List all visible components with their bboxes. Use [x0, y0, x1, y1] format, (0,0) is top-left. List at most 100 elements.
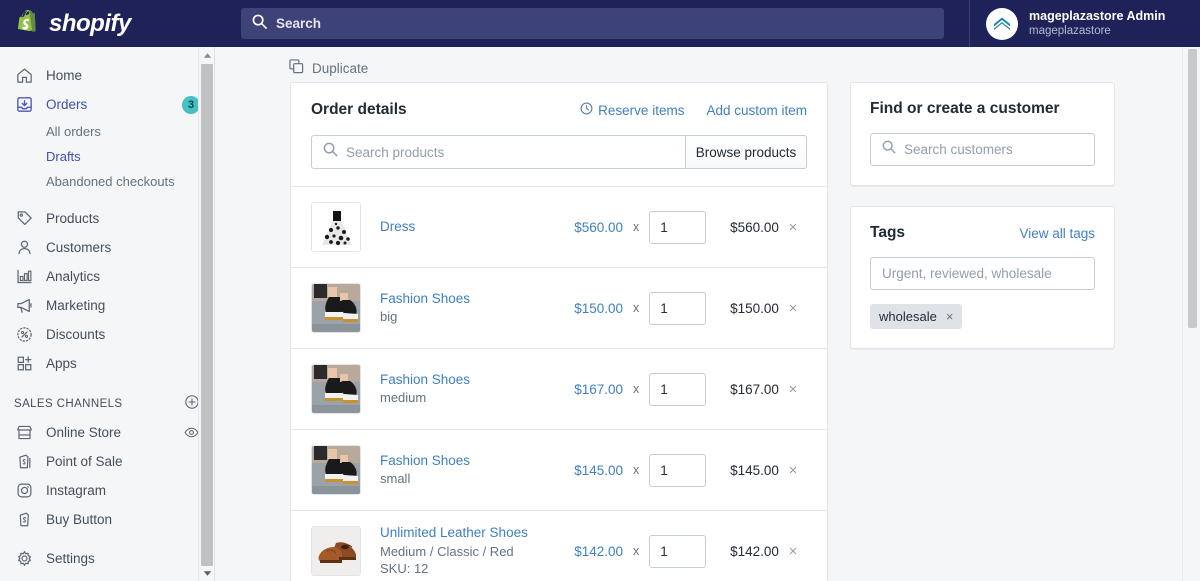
sidebar-item-customers[interactable]: Customers	[0, 233, 214, 262]
order-details-card: Order details Reserve items Add custom i…	[290, 82, 828, 581]
add-custom-item-link[interactable]: Add custom item	[706, 103, 807, 118]
bar-chart-icon	[14, 267, 34, 287]
sales-channels-header: SALES CHANNELS	[0, 390, 214, 418]
person-icon	[14, 238, 34, 258]
remove-tag-icon[interactable]: ×	[946, 309, 954, 324]
sneaker-thumbnail	[311, 283, 361, 333]
multiply-symbol: x	[632, 544, 640, 558]
account-menu[interactable]: mageplazastore Admin mageplazastore	[969, 0, 1200, 47]
product-link[interactable]: Unlimited Leather Shoes	[380, 524, 556, 542]
customer-card-title: Find or create a customer	[870, 100, 1060, 117]
remove-line-item-icon[interactable]: ×	[779, 219, 807, 236]
duplicate-button[interactable]: Duplicate	[216, 47, 1182, 82]
sidebar-item-analytics[interactable]: Analytics	[0, 262, 214, 291]
multiply-symbol: x	[632, 301, 640, 315]
sidebar-item-label: Point of Sale	[46, 454, 123, 469]
browse-products-button[interactable]: Browse products	[685, 135, 807, 169]
top-bar: shopify Search mageplazastore Admin mage…	[0, 0, 1200, 47]
quantity-input[interactable]: 1	[649, 291, 707, 325]
unit-price: $167.00	[574, 381, 624, 397]
sidebar-item-products[interactable]: Products	[0, 204, 214, 233]
unit-price: $150.00	[574, 300, 624, 316]
sidebar-item-marketing[interactable]: Marketing	[0, 291, 214, 320]
sidebar-item-orders[interactable]: Orders 3	[0, 90, 214, 119]
clock-icon	[580, 102, 593, 118]
sidebar-item-online-store[interactable]: Online Store	[0, 418, 214, 447]
sidebar-subitem-label: All orders	[46, 124, 101, 139]
home-icon	[14, 66, 34, 86]
shopify-bag-icon	[18, 10, 42, 37]
variant-label: Medium / Classic / Red	[380, 543, 514, 559]
sidebar-item-instagram[interactable]: Instagram	[0, 476, 214, 505]
line-total: $167.00	[730, 381, 779, 397]
sidebar-subitem-abandoned-checkouts[interactable]: Abandoned checkouts	[0, 169, 214, 194]
product-search-placeholder: Search products	[346, 144, 445, 160]
sidebar-item-label: Online Store	[46, 425, 122, 440]
shopify-logo[interactable]: shopify	[0, 0, 215, 47]
line-total: $560.00	[730, 219, 779, 235]
sidebar-nav: Home Orders 3 All orders Drafts Abandone…	[0, 47, 215, 581]
variant-label: big	[380, 309, 398, 325]
tags-input[interactable]: Urgent, reviewed, wholesale	[870, 257, 1095, 290]
quantity-input[interactable]: 1	[649, 372, 707, 406]
sidebar-item-label: Marketing	[46, 298, 106, 313]
reserve-items-link[interactable]: Reserve items	[580, 102, 684, 118]
remove-line-item-icon[interactable]: ×	[779, 381, 807, 398]
tags-card-title: Tags	[870, 224, 906, 241]
customer-search-input[interactable]: Search customers	[870, 133, 1095, 166]
nav-spacer-2	[0, 534, 214, 544]
table-row: Fashion Shoes medium $167.00 x 1 $167.00…	[291, 348, 827, 429]
remove-line-item-icon[interactable]: ×	[779, 543, 807, 560]
product-link[interactable]: Dress	[380, 218, 556, 236]
left-column: Order details Reserve items Add custom i…	[290, 82, 828, 581]
sidebar-subitem-all-orders[interactable]: All orders	[0, 119, 214, 144]
tags-card: Tags View all tags Urgent, reviewed, who…	[850, 206, 1115, 349]
page-title: Order details	[311, 101, 407, 118]
sidebar-item-home[interactable]: Home	[0, 61, 214, 90]
product-link[interactable]: Fashion Shoes	[380, 452, 556, 470]
sidebar-scrollbar-thumb[interactable]	[201, 64, 213, 566]
sidebar-scrollbar[interactable]	[198, 47, 214, 581]
instagram-icon	[14, 481, 34, 501]
remove-line-item-icon[interactable]: ×	[779, 300, 807, 317]
product-link[interactable]: Fashion Shoes	[380, 290, 556, 308]
page-scrollbar-thumb[interactable]	[1188, 49, 1197, 328]
sales-channels-label: SALES CHANNELS	[14, 398, 123, 410]
quantity-input[interactable]: 1	[649, 534, 707, 568]
quantity-input[interactable]: 1	[649, 210, 707, 244]
dress-thumbnail	[311, 202, 361, 252]
sidebar-item-apps[interactable]: Apps	[0, 349, 214, 378]
gear-icon	[14, 549, 34, 569]
product-search-input[interactable]: Search products	[311, 135, 685, 169]
sidebar-item-point-of-sale[interactable]: Point of Sale	[0, 447, 214, 476]
page-scrollbar[interactable]	[1182, 47, 1200, 581]
sidebar-item-settings[interactable]: Settings	[0, 544, 214, 573]
shopify-admin-draft-order-page: shopify Search mageplazastore Admin mage…	[0, 0, 1200, 581]
sidebar-item-label: Products	[46, 211, 100, 226]
unit-price: $145.00	[574, 462, 624, 478]
brand-wordmark: shopify	[49, 9, 131, 37]
variant-label: medium	[380, 390, 427, 406]
sidebar-item-label: Orders	[46, 97, 88, 112]
sidebar-item-buy-button[interactable]: Buy Button	[0, 505, 214, 534]
duplicate-icon	[289, 58, 304, 79]
right-column: Find or create a customer Search custome…	[850, 82, 1115, 581]
sidebar-item-label: Analytics	[46, 269, 101, 284]
line-total: $150.00	[730, 300, 779, 316]
quantity-input[interactable]: 1	[649, 453, 707, 487]
global-search-input[interactable]: Search	[241, 8, 944, 39]
table-row: Fashion Shoes big $150.00 x 1 $150.00 ×	[291, 267, 827, 348]
scroll-down-arrow-icon[interactable]	[199, 565, 214, 581]
sneaker-thumbnail	[311, 445, 361, 495]
sidebar-subitem-label: Drafts	[46, 149, 81, 164]
scroll-up-arrow-icon[interactable]	[199, 47, 214, 63]
view-all-tags-link[interactable]: View all tags	[1019, 226, 1095, 241]
sidebar-item-discounts[interactable]: Discounts	[0, 320, 214, 349]
remove-line-item-icon[interactable]: ×	[779, 462, 807, 479]
product-link[interactable]: Fashion Shoes	[380, 371, 556, 389]
sidebar-item-label: Customers	[46, 240, 112, 255]
sidebar-subitem-drafts[interactable]: Drafts	[0, 144, 214, 169]
chevron-up-avatar-icon	[990, 9, 1014, 38]
unit-price: $142.00	[574, 543, 624, 559]
